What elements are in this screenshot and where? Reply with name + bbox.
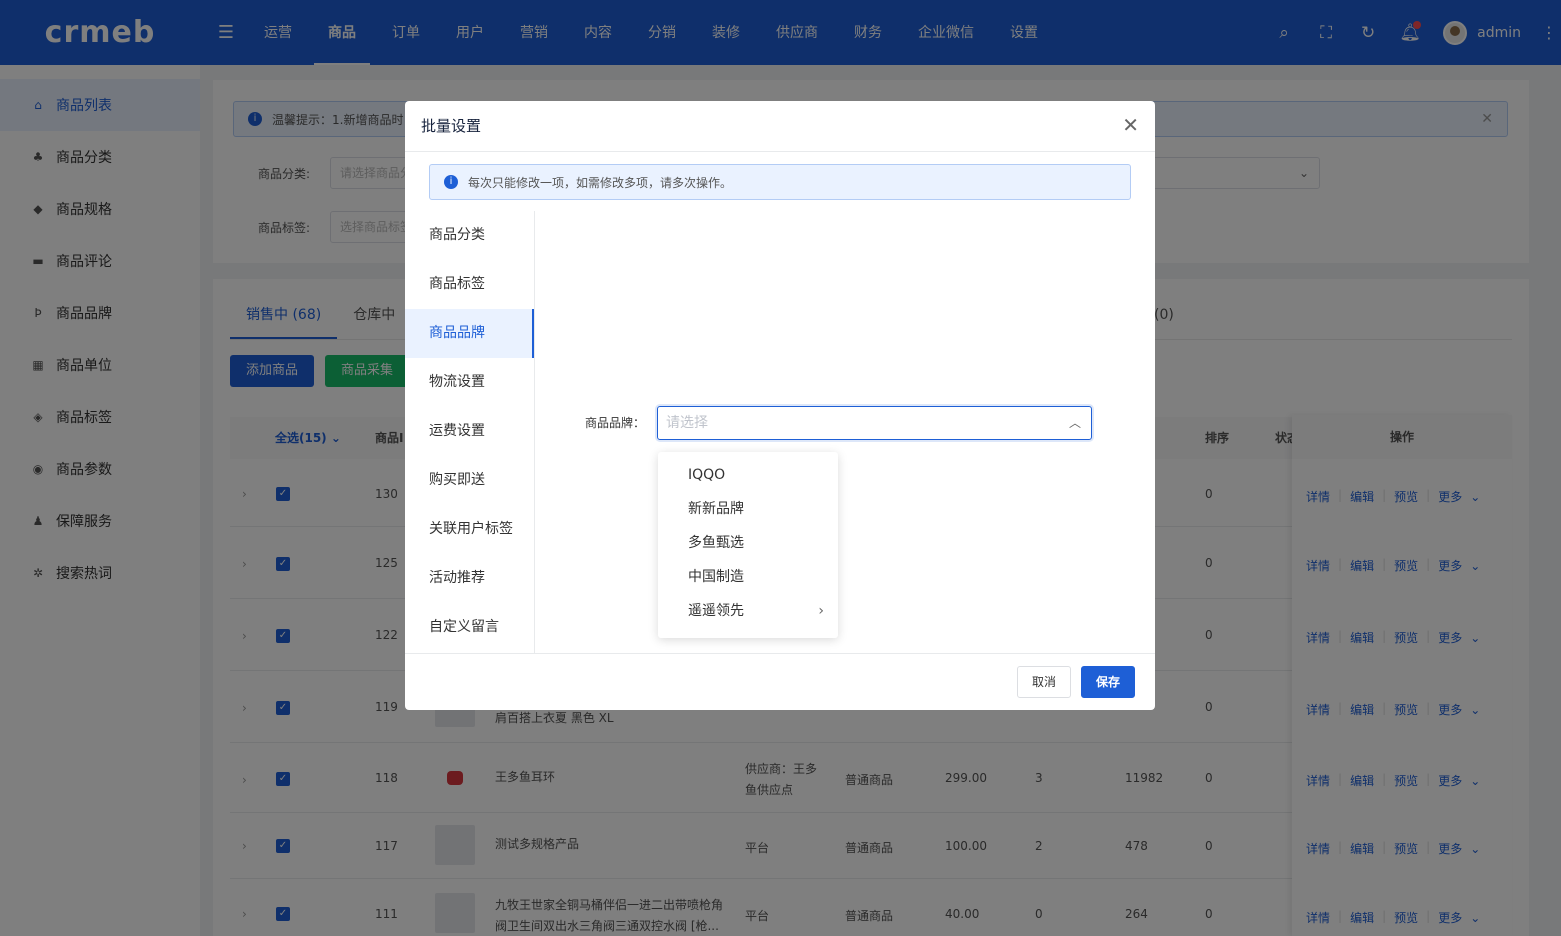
brand-option[interactable]: IQQO xyxy=(658,458,838,492)
brand-field-label: 商品品牌： xyxy=(585,416,646,430)
brand-option[interactable]: 新新品牌 xyxy=(658,492,838,526)
info-icon: i xyxy=(444,175,458,189)
chevron-right-icon: › xyxy=(818,603,824,619)
modal-menu: 商品分类 商品标签 商品品牌 物流设置 运费设置 购买即送 关联用户标签 活动推… xyxy=(405,211,535,653)
menu-item-category[interactable]: 商品分类 xyxy=(405,211,534,260)
modal-footer-divider xyxy=(405,653,1155,654)
menu-item-brand[interactable]: 商品品牌 xyxy=(405,309,534,358)
modal-header-divider xyxy=(405,151,1155,152)
brand-select[interactable]: 请选择 ︿ xyxy=(657,406,1092,440)
modal-title: 批量设置 xyxy=(421,117,482,135)
menu-item-custom-message[interactable]: 自定义留言 xyxy=(405,603,534,652)
menu-item-purchase-gift[interactable]: 购买即送 xyxy=(405,456,534,505)
chevron-up-icon: ︿ xyxy=(1068,416,1081,430)
close-icon[interactable]: ✕ xyxy=(1122,113,1139,137)
brand-dropdown: IQQO 新新品牌 多鱼甄选 中国制造 遥遥领先 › xyxy=(658,452,838,638)
modal-notice-text: 每次只能修改一项，如需修改多项，请多次操作。 xyxy=(468,175,733,190)
batch-settings-modal: 批量设置 ✕ i 每次只能修改一项，如需修改多项，请多次操作。 商品分类 商品标… xyxy=(405,101,1155,710)
save-button[interactable]: 保存 xyxy=(1081,666,1136,698)
menu-item-logistics[interactable]: 物流设置 xyxy=(405,358,534,407)
menu-item-tag[interactable]: 商品标签 xyxy=(405,260,534,309)
brand-option-expandable[interactable]: 遥遥领先 › xyxy=(658,594,838,628)
modal-notice: i 每次只能修改一项，如需修改多项，请多次操作。 xyxy=(429,164,1131,200)
menu-item-user-tags[interactable]: 关联用户标签 xyxy=(405,505,534,554)
brand-option[interactable]: 多鱼甄选 xyxy=(658,526,838,560)
brand-option[interactable]: 中国制造 xyxy=(658,560,838,594)
menu-item-activity[interactable]: 活动推荐 xyxy=(405,554,534,603)
cancel-button[interactable]: 取消 xyxy=(1017,666,1072,698)
brand-select-placeholder: 请选择 xyxy=(666,415,708,431)
menu-item-freight[interactable]: 运费设置 xyxy=(405,407,534,456)
